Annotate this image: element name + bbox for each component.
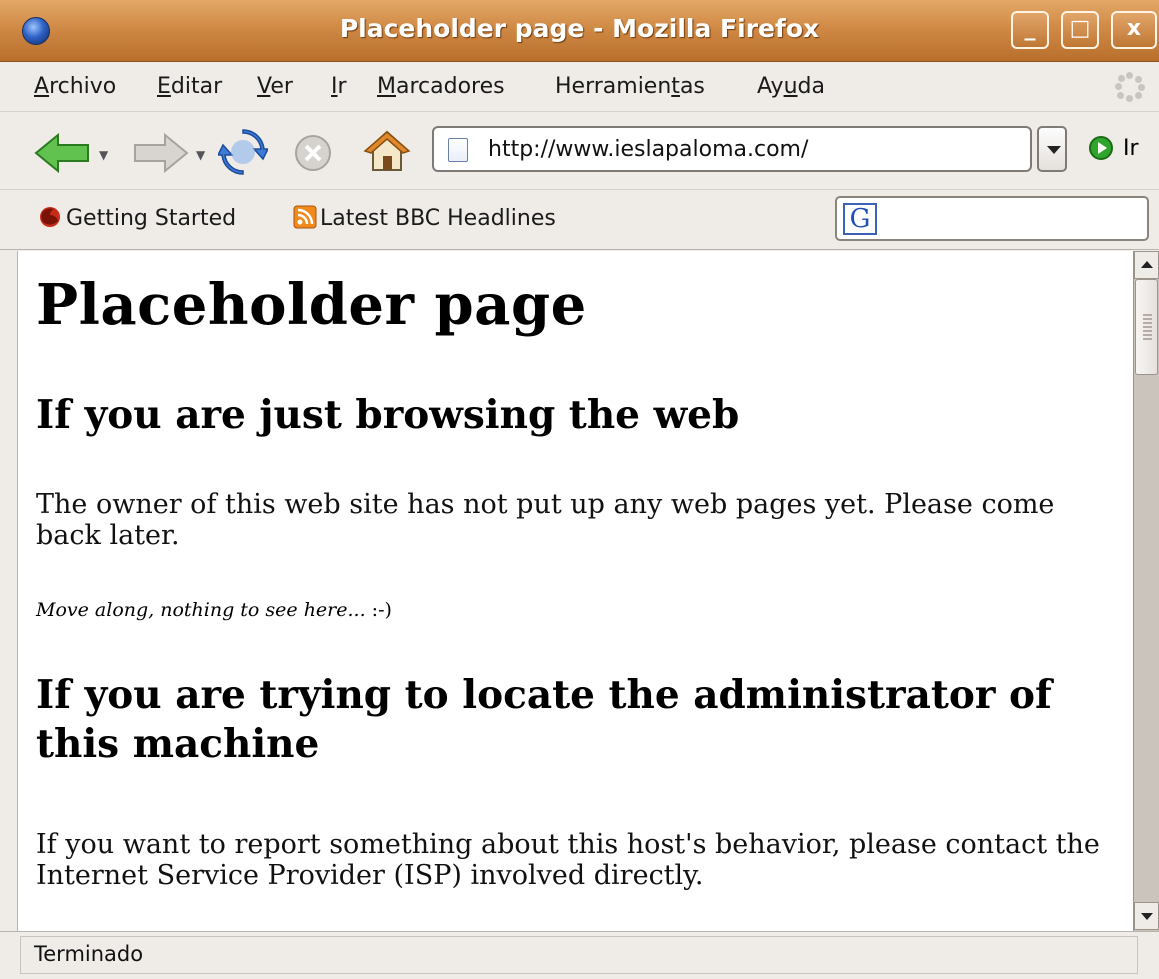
maximize-button[interactable]: □ [1061, 11, 1099, 49]
page-title: Placeholder page [36, 272, 587, 338]
status-bar: Terminado [0, 931, 1159, 979]
scrollbar-thumb[interactable] [1135, 279, 1158, 375]
url-history-dropdown[interactable] [1037, 126, 1067, 172]
url-bar[interactable]: http://www.ieslapaloma.com/ [432, 126, 1032, 172]
go-icon [1089, 136, 1113, 160]
menu-ver[interactable]: Ver [257, 74, 293, 99]
menu-marcadores[interactable]: Marcadores [377, 74, 505, 99]
rss-icon [293, 205, 317, 229]
go-label: Ir [1123, 136, 1139, 161]
paragraph-report: If you want to report something about th… [36, 829, 1100, 891]
back-dropdown-icon[interactable]: ▼ [99, 148, 108, 162]
search-input[interactable]: G [835, 196, 1149, 241]
reload-icon[interactable] [218, 127, 268, 177]
page-viewport: Placeholder page If you are just browsin… [18, 251, 1133, 931]
chevron-down-icon [1047, 146, 1061, 154]
scroll-down-button[interactable] [1134, 902, 1159, 930]
grip-icon [1143, 314, 1152, 342]
menu-herramientas[interactable]: Herramientas [555, 74, 705, 99]
menu-ayuda[interactable]: Ayuda [757, 74, 825, 99]
paragraph-owner: The owner of this web site has not put u… [36, 489, 1055, 551]
title-bar: Placeholder page - Mozilla Firefox _ □ x [0, 0, 1159, 62]
vertical-scrollbar[interactable] [1133, 251, 1159, 931]
menu-editar[interactable]: Editar [157, 74, 222, 99]
google-icon[interactable]: G [843, 203, 877, 235]
bookmark-getting-started[interactable]: Getting Started [66, 206, 236, 231]
content-frame-left [0, 251, 18, 931]
menu-ir[interactable]: Ir [331, 74, 347, 99]
heading-browsing: If you are just browsing the web [36, 392, 740, 438]
forward-dropdown-icon[interactable]: ▼ [196, 148, 205, 162]
forward-arrow-icon[interactable] [131, 133, 189, 173]
close-button[interactable]: x [1111, 11, 1157, 49]
status-panel [20, 936, 1138, 974]
arrow-down-icon [1141, 913, 1153, 920]
scroll-up-button[interactable] [1134, 251, 1159, 279]
menu-bar: Archivo Editar Ver Ir Marcadores Herrami… [0, 62, 1159, 112]
status-text: Terminado [34, 942, 144, 966]
window-title: Placeholder page - Mozilla Firefox [339, 14, 820, 43]
arrow-up-icon [1141, 261, 1153, 268]
url-text[interactable]: http://www.ieslapaloma.com/ [488, 137, 808, 162]
page-icon [448, 138, 468, 162]
menu-archivo[interactable]: Archivo [34, 74, 116, 99]
bookmark-bbc-headlines[interactable]: Latest BBC Headlines [320, 206, 556, 231]
firefox-icon [40, 207, 60, 227]
minimize-button[interactable]: _ [1011, 11, 1049, 49]
back-arrow-icon[interactable] [34, 133, 92, 173]
move-along-text: Move along, nothing to see here... :-) [36, 599, 392, 621]
heading-administrator: If you are trying to locate the administ… [36, 672, 1052, 767]
home-icon[interactable] [363, 128, 411, 174]
stop-icon[interactable] [293, 133, 333, 173]
throbber-icon [1115, 72, 1145, 102]
